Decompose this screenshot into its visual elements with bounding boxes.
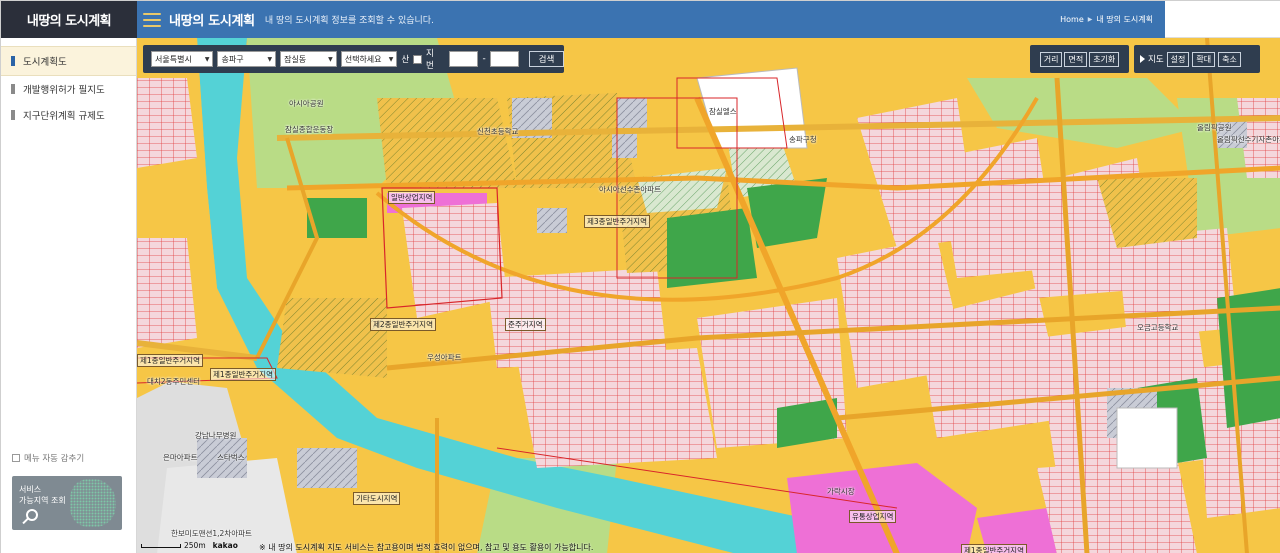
- header-title: 내땅의 도시계획: [169, 14, 255, 29]
- place-label: 대치2동주민센터: [147, 377, 201, 386]
- zoom-out-button[interactable]: 축소: [1218, 51, 1241, 67]
- sidebar-item-development-permit[interactable]: 개발행위허가 필지도: [1, 76, 136, 102]
- header-subtitle: 내 땅의 도시계획 정보를 조회할 수 있습니다.: [264, 16, 434, 26]
- auto-hide-label: 메뉴 자동 감추기: [24, 454, 85, 464]
- place-label: 신천초등학교: [477, 127, 519, 136]
- service-area-text: 서비스 가능지역 조회: [19, 484, 66, 506]
- map-notice: ※ 내 땅의 도시계획 지도 서비스는 참고용이며 법적 효력이 없으며, 참고…: [259, 543, 594, 552]
- place-label: 잠실종합운동장: [285, 125, 334, 134]
- service-line1: 서비스: [19, 485, 42, 494]
- service-line2: 가능지역 조회: [19, 496, 66, 505]
- sidebar-item-label: 지구단위계획 규제도: [23, 111, 105, 122]
- sidebar-item-label: 개발행위허가 필지도: [23, 85, 105, 96]
- header-bar: 내땅의 도시계획 내 땅의 도시계획 정보를 조회할 수 있습니다. Home …: [137, 1, 1165, 38]
- zone-label: 제1종일반주거지역: [137, 354, 203, 367]
- chevron-down-icon: ▼: [204, 55, 210, 63]
- search-button[interactable]: 검색: [528, 51, 565, 67]
- sigungu-select[interactable]: 송파구 ▼: [217, 51, 277, 67]
- place-label: 은마아파트: [163, 453, 198, 462]
- chevron-down-icon: ▼: [267, 55, 273, 63]
- zone-label: 제3종일반주거지역: [584, 215, 650, 228]
- map-toolbar: 지도 설정 확대 축소: [1134, 45, 1260, 73]
- zone-label: 유통상업지역: [849, 510, 897, 523]
- dong-value: 잠실동: [284, 54, 307, 64]
- auto-hide-toggle[interactable]: 메뉴 자동 감추기: [12, 452, 84, 464]
- sigungu-value: 송파구: [221, 54, 244, 64]
- place-label: 올림픽공원: [1197, 123, 1232, 132]
- map-canvas[interactable]: 일반상업지역 제3종일반주거지역 제2종일반주거지역 준주거지역 제1종일반주거…: [137, 38, 1280, 553]
- marker-icon: [11, 84, 15, 94]
- map-toolbar-label: 지도: [1148, 55, 1164, 65]
- address-search-bar: 서울특별시 ▼ 송파구 ▼ 잠실동 ▼ 선택하세요 ▼ 산 지번 - 검색: [143, 45, 565, 73]
- place-label: 우성아파트: [427, 353, 462, 362]
- jibun-main-input[interactable]: [449, 51, 479, 67]
- place-label: 아시아선수촌아파트: [599, 185, 662, 194]
- chevron-down-icon: ▼: [328, 55, 333, 63]
- place-label: 스타벅스: [217, 453, 245, 462]
- chevron-down-icon: ▼: [388, 55, 394, 63]
- magnifier-icon: [26, 509, 38, 521]
- header-blank-area: [1165, 1, 1280, 38]
- scale-value: 250m: [184, 541, 206, 550]
- area-button[interactable]: 면적: [1064, 51, 1088, 67]
- place-label: 올림픽선수기자촌아파트: [1217, 135, 1280, 144]
- service-area-button[interactable]: 서비스 가능지역 조회: [12, 476, 122, 530]
- place-label: 가락시장: [827, 487, 855, 496]
- active-marker-icon: [11, 56, 15, 66]
- jibun-label: 지번: [426, 49, 434, 71]
- place-label: 아시아공원: [289, 99, 324, 108]
- sidebar: 도시계획도 개발행위허가 필지도 지구단위계획 규제도 메뉴 자동 감추기 서비…: [1, 38, 137, 553]
- san-checkbox[interactable]: [413, 54, 422, 64]
- zone-label: 기타도시지역: [353, 492, 401, 505]
- ri-select[interactable]: 선택하세요 ▼: [340, 51, 398, 67]
- san-label: 산: [401, 55, 410, 65]
- jibun-sub-input[interactable]: [489, 51, 519, 67]
- jibun-dash: -: [482, 54, 486, 64]
- ri-value: 선택하세요: [344, 54, 382, 64]
- breadcrumb-separator-icon: ▶: [1087, 16, 1093, 23]
- sidebar-item-label: 도시계획도: [23, 57, 67, 68]
- zone-label: 준주거지역: [505, 318, 546, 331]
- breadcrumb-home[interactable]: Home: [1060, 15, 1084, 24]
- triangle-right-icon: [1140, 55, 1145, 63]
- logo[interactable]: 내땅의 도시계획: [1, 1, 137, 38]
- auto-hide-checkbox[interactable]: [12, 454, 20, 462]
- place-label: 한보미도맨션1,2차아파트: [171, 529, 252, 538]
- distance-button[interactable]: 거리: [1039, 51, 1063, 67]
- map-scale: 250m kakao: [141, 541, 238, 550]
- settings-button[interactable]: 설정: [1166, 51, 1190, 67]
- app-window: 내땅의 도시계획 내땅의 도시계획 내 땅의 도시계획 정보를 조회할 수 있습…: [0, 0, 1280, 553]
- scale-bar-icon: [141, 543, 181, 548]
- map-provider-logo: kakao: [212, 541, 238, 550]
- korea-map-icon: [70, 479, 116, 527]
- place-label: 잠실엘스: [709, 107, 737, 116]
- breadcrumb-current: 내 땅의 도시계획: [1096, 15, 1153, 24]
- measure-toolbar: 거리 면적 초기화: [1030, 45, 1129, 73]
- reset-button[interactable]: 초기화: [1089, 51, 1120, 67]
- sidebar-item-district-plan[interactable]: 지구단위계획 규제도: [1, 102, 136, 128]
- zone-label: 제2종일반주거지역: [370, 318, 436, 331]
- sidebar-item-urban-plan-map[interactable]: 도시계획도: [1, 46, 136, 76]
- place-label: 송파구청: [789, 135, 817, 144]
- hamburger-menu-icon[interactable]: [143, 12, 161, 27]
- place-label: 강남나무병원: [195, 431, 237, 440]
- zone-label: 제1종일반주거지역: [210, 368, 276, 381]
- breadcrumb: Home ▶ 내 땅의 도시계획: [1060, 14, 1153, 25]
- place-label: 오금고등학교: [1137, 323, 1179, 332]
- dong-select[interactable]: 잠실동 ▼: [280, 51, 337, 67]
- sido-value: 서울특별시: [155, 54, 192, 64]
- marker-icon: [11, 110, 15, 120]
- zone-label: 일반상업지역: [388, 191, 436, 204]
- zone-label: 제1종일반주거지역: [961, 544, 1027, 553]
- sido-select[interactable]: 서울특별시 ▼: [151, 51, 214, 67]
- zoom-in-button[interactable]: 확대: [1192, 51, 1216, 67]
